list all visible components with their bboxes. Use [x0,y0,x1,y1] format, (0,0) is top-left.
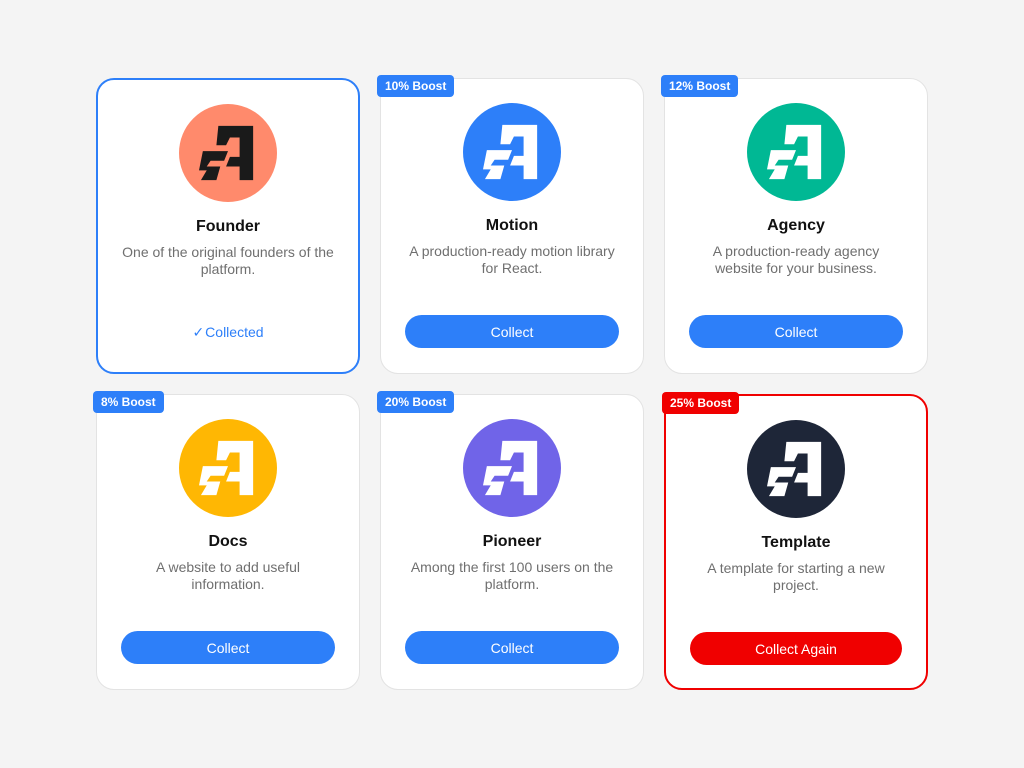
logo-circle [747,420,845,518]
badge-card-template: 25% Boost Template A template for starti… [662,392,928,690]
collected-status: ✓Collected [98,324,358,341]
collect-again-button[interactable]: Collect Again [690,632,902,665]
card-description: A production-ready motion library for Re… [409,243,615,276]
card-description: Among the first 100 users on the platfor… [410,559,614,592]
collect-button[interactable]: Collect [689,315,903,348]
badge-card-docs: 8% Boost Docs A website to add useful in… [93,391,360,690]
collect-button[interactable]: Collect [405,315,619,348]
logo-circle [463,103,561,201]
logo-circle [179,419,277,517]
card-description: A template for starting a new project. [707,560,885,593]
a-logo-icon [483,440,538,496]
card-title: Pioneer [482,533,542,550]
a-logo-icon [199,440,254,496]
a-logo-icon [483,124,538,180]
collected-label: Collected [205,324,264,340]
boost-badge: 20% Boost [377,391,455,413]
card-title: Motion [485,217,539,234]
badge-card-pioneer: 20% Boost Pioneer Among the first 100 us… [377,391,644,690]
a-logo-icon [767,441,822,497]
logo-circle [463,419,561,517]
boost-badge: 12% Boost [661,75,739,97]
badge-card-agency: 12% Boost Agency A production-ready agen… [661,75,928,374]
card-title: Agency [767,217,825,234]
card-description: One of the original founders of the plat… [122,244,334,277]
card-title: Founder [196,218,260,235]
boost-badge: 25% Boost [662,392,740,414]
logo-circle [747,103,845,201]
card-description: A website to add useful information. [156,559,300,592]
boost-badge: 10% Boost [377,75,455,97]
a-logo-icon [199,125,254,181]
boost-badge: 8% Boost [93,391,164,413]
card-description: A production-ready agency website for yo… [712,243,880,276]
logo-circle [179,104,277,202]
badge-grid: Founder One of the original founders of … [93,75,928,690]
check-icon: ✓ [192,324,205,340]
card-title: Docs [208,533,248,550]
collect-button[interactable]: Collect [121,631,335,664]
collect-button[interactable]: Collect [405,631,619,664]
card-title: Template [761,534,831,551]
badge-card-founder[interactable]: Founder One of the original founders of … [96,78,360,374]
a-logo-icon [767,124,822,180]
badge-card-motion: 10% Boost Motion A production-ready moti… [377,75,644,374]
